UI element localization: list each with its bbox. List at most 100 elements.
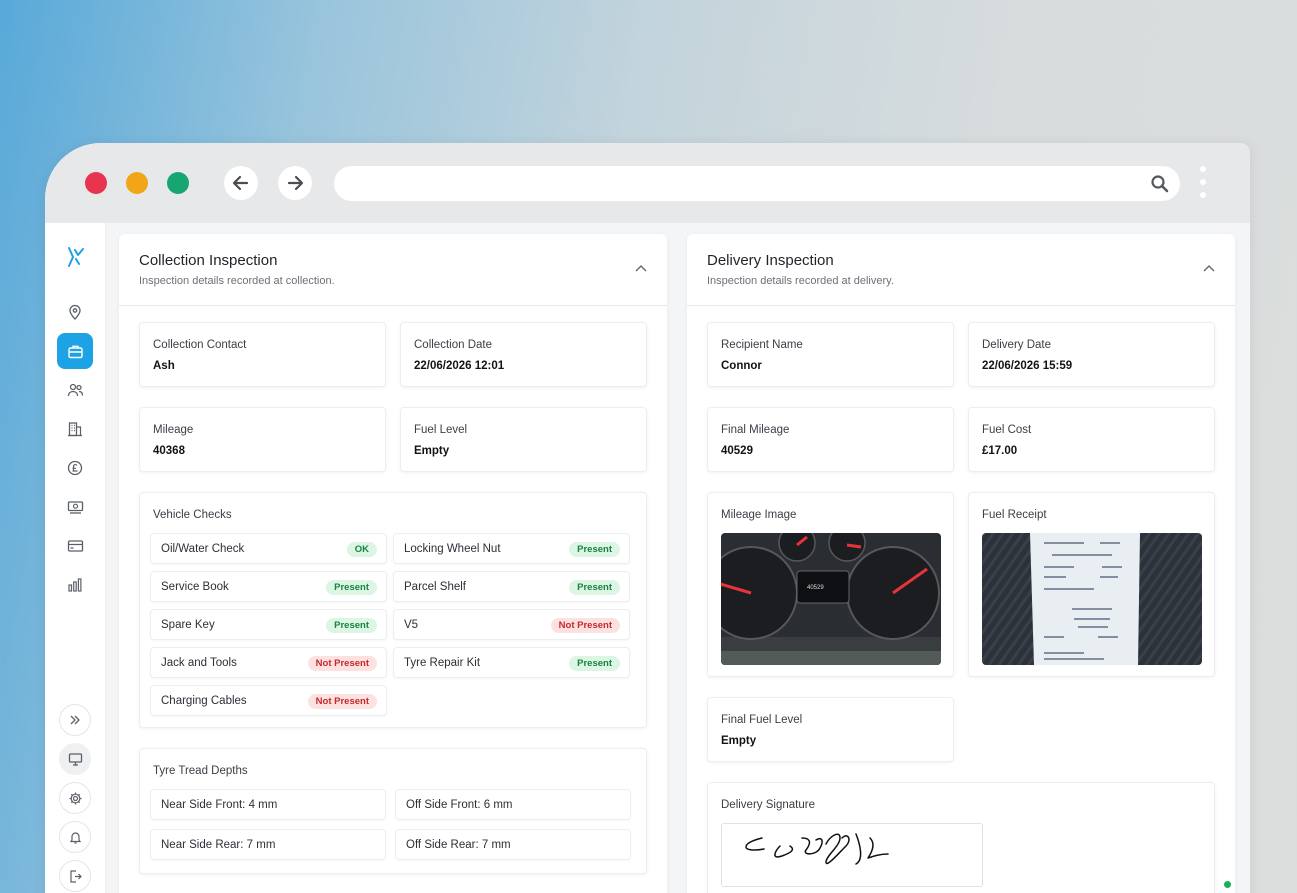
final-mileage-card: Final Mileage 40529 <box>707 407 954 472</box>
mileage-image-card: Mileage Image 40529 <box>707 492 954 677</box>
vehicle-check-item: Oil/Water Check OK <box>150 533 387 564</box>
vehicle-check-item: Parcel Shelf Present <box>393 571 630 602</box>
delivery-date-label: Delivery Date <box>982 339 1052 351</box>
tyre-depth-item: Off Side Rear: 7 mm <box>395 829 631 860</box>
collection-panel-header[interactable]: Collection Inspection Inspection details… <box>119 234 667 306</box>
final-mileage-label: Final Mileage <box>721 424 790 436</box>
fuel-level-label: Fuel Level <box>414 424 468 436</box>
mileage-image-label: Mileage Image <box>721 509 797 521</box>
fuel-level-value: Empty <box>414 445 450 457</box>
sidebar <box>45 223 106 893</box>
kebab-icon[interactable] <box>1199 166 1207 204</box>
search-icon[interactable] <box>1150 174 1170 194</box>
status-badge: Not Present <box>307 694 377 709</box>
cash-icon[interactable] <box>57 489 93 525</box>
back-button[interactable] <box>224 166 258 200</box>
collection-contact-card: Collection Contact Ash <box>139 322 386 387</box>
tyre-depth-text: Off Side Front: 6 mm <box>406 799 513 811</box>
delivery-signature-label: Delivery Signature <box>721 799 815 811</box>
vehicle-check-item: Service Book Present <box>150 571 387 602</box>
notifications-button[interactable] <box>59 821 91 853</box>
logout-button[interactable] <box>59 860 91 892</box>
users-icon[interactable] <box>57 372 93 408</box>
location-pin-icon[interactable] <box>57 294 93 330</box>
tyre-depth-item: Near Side Rear: 7 mm <box>150 829 386 860</box>
status-indicator <box>1224 881 1231 888</box>
tyre-depth-item: Near Side Front: 4 mm <box>150 789 386 820</box>
collection-title: Collection Inspection <box>139 252 278 269</box>
delivery-inspection-panel: Delivery Inspection Inspection details r… <box>687 234 1235 893</box>
browser-chrome <box>45 143 1250 223</box>
back-arrow-icon <box>232 175 249 191</box>
bar-chart-icon[interactable] <box>57 567 93 603</box>
vehicle-check-item: Locking Wheel Nut Present <box>393 533 630 564</box>
fuel-receipt-image[interactable] <box>982 533 1202 665</box>
final-fuel-level-card: Final Fuel Level Empty <box>707 697 954 762</box>
final-mileage-value: 40529 <box>721 445 753 457</box>
tyre-depth-text: Near Side Front: 4 mm <box>161 799 278 811</box>
vehicle-check-name: V5 <box>404 619 419 631</box>
vehicle-checks-card: Vehicle Checks Oil/Water Check OK Locking … <box>139 492 647 728</box>
delivery-subtitle: Inspection details recorded at delivery. <box>707 275 894 287</box>
address-bar[interactable] <box>334 166 1180 201</box>
chevron-up-icon[interactable] <box>635 264 647 272</box>
delivery-date-value: 22/06/2026 15:59 <box>982 360 1073 372</box>
gear-icon <box>69 792 81 804</box>
collection-date-label: Collection Date <box>414 339 492 351</box>
collection-date-value: 22/06/2026 12:01 <box>414 360 505 372</box>
status-badge: Present <box>569 656 620 671</box>
mileage-label: Mileage <box>153 424 194 436</box>
fuel-cost-card: Fuel Cost £17.00 <box>968 407 1215 472</box>
chevron-up-icon[interactable] <box>1203 264 1215 272</box>
vehicle-check-item: Charging Cables Not Present <box>150 685 387 716</box>
browser-window: Collection Inspection Inspection details… <box>45 143 1250 893</box>
vehicle-check-name: Locking Wheel Nut <box>404 543 501 555</box>
vehicle-check-item: Jack and Tools Not Present <box>150 647 387 678</box>
final-fuel-level-value: Empty <box>721 735 757 747</box>
card-icon[interactable] <box>57 528 93 564</box>
settings-button[interactable] <box>59 782 91 814</box>
collection-contact-label: Collection Contact <box>153 339 247 351</box>
vehicle-check-name: Service Book <box>161 581 229 593</box>
vehicle-check-name: Jack and Tools <box>161 657 237 669</box>
fuel-level-card: Fuel Level Empty <box>400 407 647 472</box>
vehicle-check-item: Spare Key Present <box>150 609 387 640</box>
status-badge: OK <box>346 542 377 557</box>
expand-sidebar-button[interactable] <box>59 704 91 736</box>
signature-image <box>721 823 983 887</box>
tyre-depth-text: Near Side Rear: 7 mm <box>161 839 276 851</box>
collection-inspection-panel: Collection Inspection Inspection details… <box>119 234 667 893</box>
logout-icon <box>69 869 82 883</box>
maximize-window-button[interactable] <box>167 172 189 194</box>
fuel-cost-label: Fuel Cost <box>982 424 1032 436</box>
delivery-panel-header[interactable]: Delivery Inspection Inspection details r… <box>687 234 1235 306</box>
mileage-image[interactable]: 40529 <box>721 533 941 665</box>
pound-icon[interactable] <box>57 450 93 486</box>
close-window-button[interactable] <box>85 172 107 194</box>
expand-icon <box>70 715 80 725</box>
tyre-depth-item: Off Side Front: 6 mm <box>395 789 631 820</box>
vehicle-check-name: Oil/Water Check <box>161 543 245 555</box>
status-badge: Not Present <box>307 656 377 671</box>
app-logo-icon <box>68 247 84 267</box>
tyre-depth-text: Off Side Rear: 7 mm <box>406 839 511 851</box>
collection-date-card: Collection Date 22/06/2026 12:01 <box>400 322 647 387</box>
status-badge: Present <box>326 618 377 633</box>
monitor-button[interactable] <box>59 743 91 775</box>
vehicle-check-name: Tyre Repair Kit <box>404 657 481 669</box>
delivery-date-card: Delivery Date 22/06/2026 15:59 <box>968 322 1215 387</box>
recipient-name-label: Recipient Name <box>721 339 803 351</box>
vehicle-check-name: Charging Cables <box>161 695 247 707</box>
mileage-value: 40368 <box>153 445 185 457</box>
fuel-receipt-label: Fuel Receipt <box>982 509 1047 521</box>
minimize-window-button[interactable] <box>126 172 148 194</box>
briefcase-icon[interactable] <box>57 333 93 369</box>
status-badge: Present <box>569 542 620 557</box>
svg-text:40529: 40529 <box>807 585 824 591</box>
monitor-icon <box>68 752 82 766</box>
delivery-signature-card: Delivery Signature <box>707 782 1215 893</box>
building-icon[interactable] <box>57 411 93 447</box>
forward-button[interactable] <box>278 166 312 200</box>
forward-arrow-icon <box>287 175 304 191</box>
collection-subtitle: Inspection details recorded at collectio… <box>139 275 335 287</box>
